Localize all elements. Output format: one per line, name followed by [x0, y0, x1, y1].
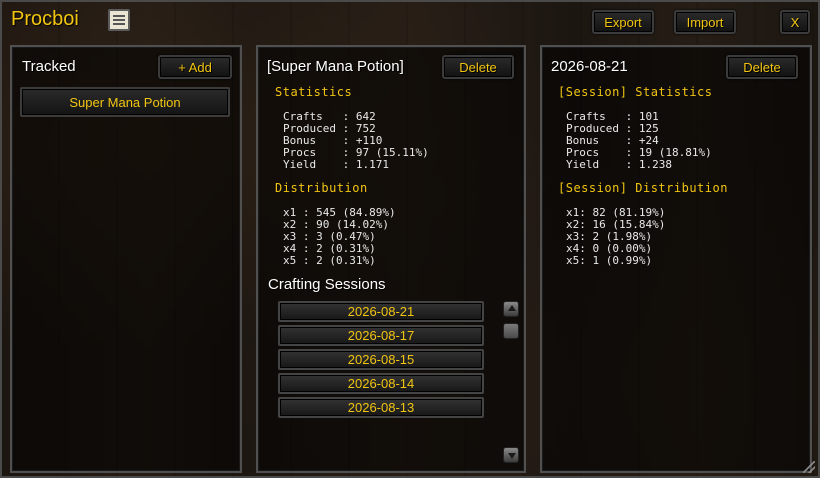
- title-bar[interactable]: Procboi Export Import X: [2, 2, 818, 42]
- export-button[interactable]: Export: [592, 10, 654, 34]
- session-statistics-list: Crafts : 101 Produced : 125 Bonus : +24 …: [566, 111, 712, 171]
- session-list: 2026-08-21 2026-08-17 2026-08-15 2026-08…: [278, 301, 484, 421]
- session-statistics-heading: [Session] Statistics: [558, 85, 713, 99]
- delete-item-button[interactable]: Delete: [442, 55, 514, 79]
- session-distribution-heading: [Session] Distribution: [558, 181, 728, 195]
- distribution-x5: x5 : 2 (0.31%): [283, 254, 376, 267]
- close-button[interactable]: X: [780, 10, 810, 34]
- session-item[interactable]: 2026-08-14: [278, 373, 484, 394]
- resize-grip-icon[interactable]: [803, 461, 815, 473]
- tracked-item[interactable]: Super Mana Potion: [20, 87, 230, 117]
- statistics-list: Crafts : 642 Produced : 752 Bonus : +110…: [283, 111, 429, 171]
- distribution-heading: Distribution: [275, 181, 368, 195]
- tracked-heading: Tracked: [22, 58, 76, 75]
- crafting-sessions-heading: Crafting Sessions: [268, 276, 386, 293]
- scrollbar-thumb[interactable]: [503, 323, 519, 339]
- statistics-heading: Statistics: [275, 85, 353, 99]
- item-heading: [Super Mana Potion]: [267, 58, 404, 75]
- session-item[interactable]: 2026-08-17: [278, 325, 484, 346]
- session-item[interactable]: 2026-08-21: [278, 301, 484, 322]
- import-button[interactable]: Import: [674, 10, 736, 34]
- tracked-panel: Tracked + Add Super Mana Potion: [10, 45, 242, 473]
- add-button[interactable]: + Add: [158, 55, 232, 79]
- session-heading: 2026-08-21: [551, 58, 628, 75]
- session-distribution-list: x1: 82 (81.19%) x2: 16 (15.84%) x3: 2 (1…: [566, 207, 665, 267]
- session-item[interactable]: 2026-08-13: [278, 397, 484, 418]
- stat-yield: Yield : 1.171: [283, 158, 389, 171]
- scroll-icon: [108, 9, 130, 31]
- item-panel: [Super Mana Potion] Delete Statistics Cr…: [256, 45, 526, 473]
- scroll-down-icon[interactable]: [503, 447, 519, 463]
- delete-session-button[interactable]: Delete: [726, 55, 798, 79]
- procboi-window: Procboi Export Import X Tracked + Add Su…: [0, 0, 820, 478]
- window-title: Procboi: [11, 8, 79, 30]
- distribution-list: x1 : 545 (84.89%) x2 : 90 (14.02%) x3 : …: [283, 207, 396, 267]
- session-distribution-x5: x5: 1 (0.99%): [566, 254, 653, 267]
- session-panel: 2026-08-21 Delete [Session] Statistics C…: [540, 45, 812, 473]
- session-item[interactable]: 2026-08-15: [278, 349, 484, 370]
- scroll-up-icon[interactable]: [503, 301, 519, 317]
- session-stat-yield: Yield : 1.238: [566, 158, 672, 171]
